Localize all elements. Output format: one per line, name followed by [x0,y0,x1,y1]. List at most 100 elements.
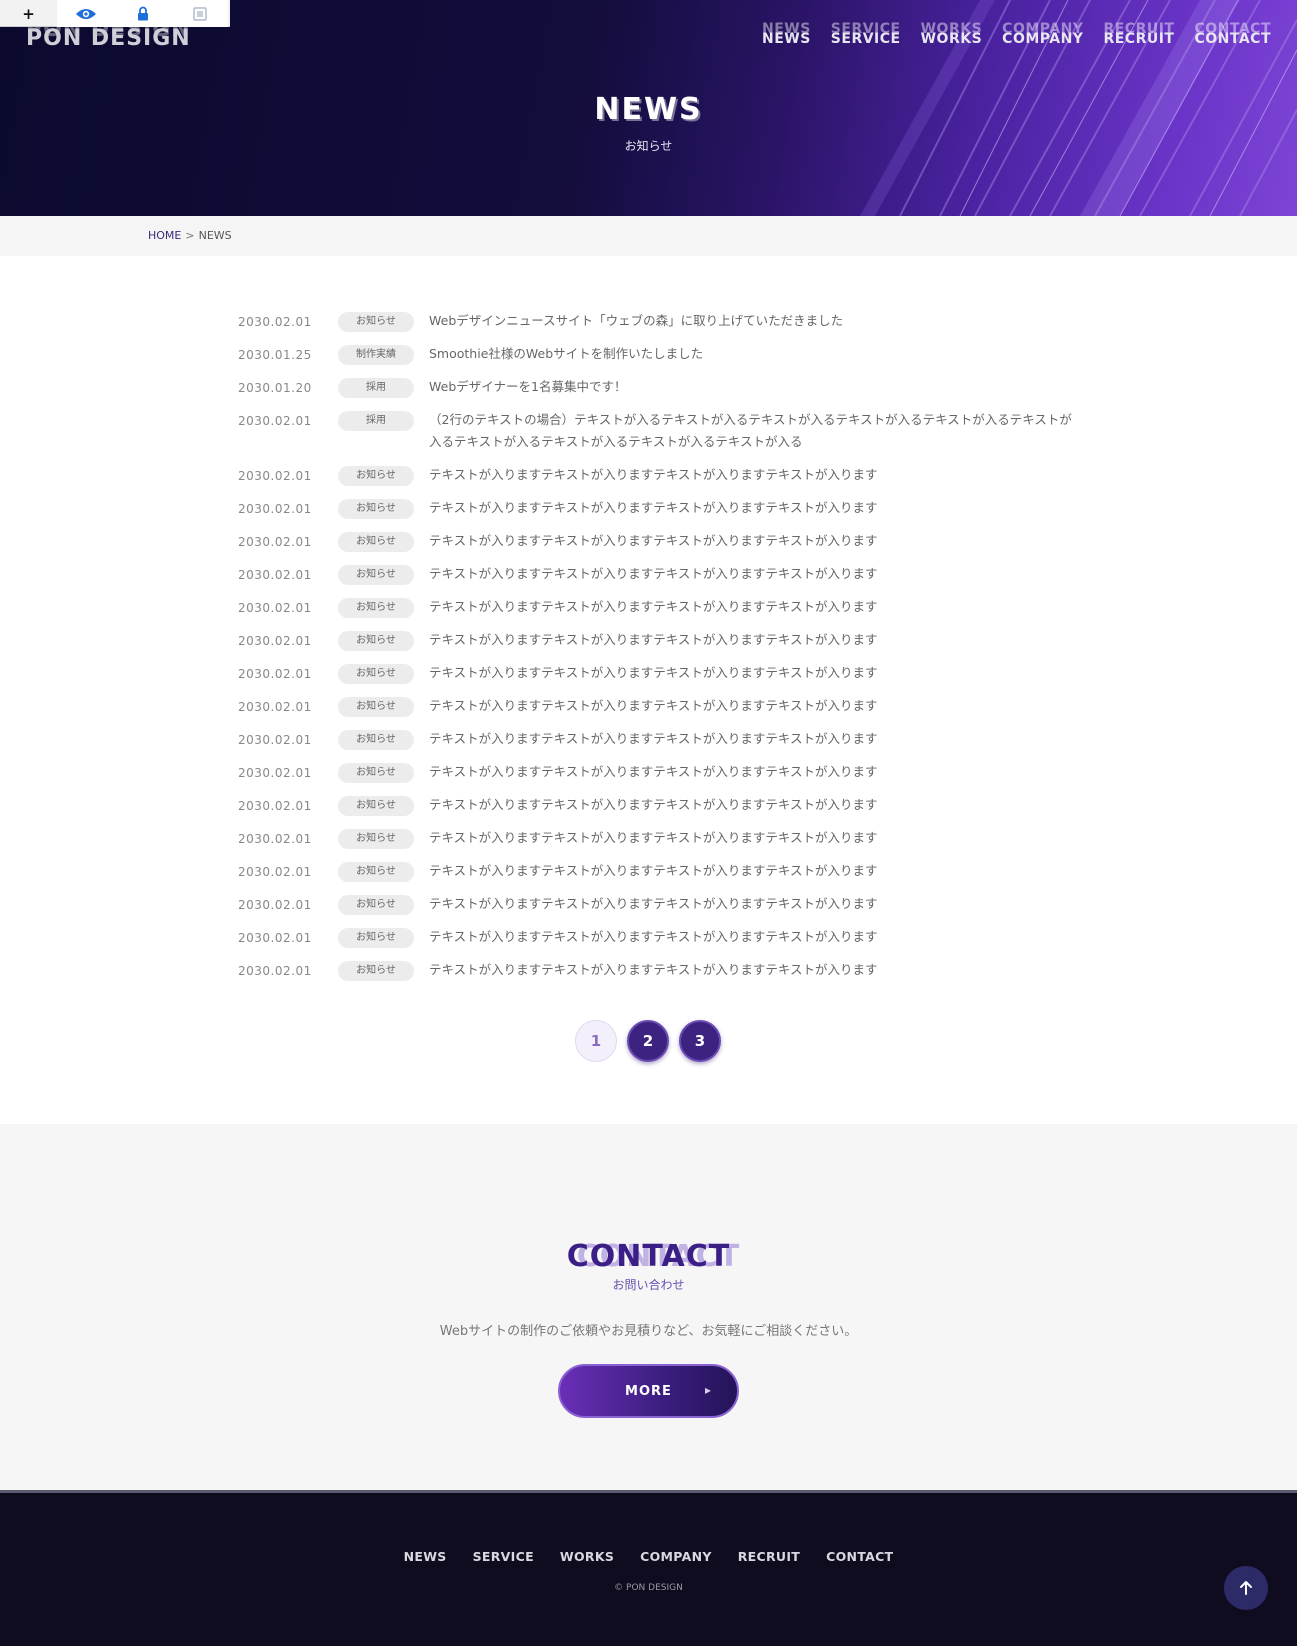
footer-nav: NEWS SERVICE WORKS COMPANY RECRUIT CONTA… [0,1549,1297,1564]
news-title[interactable]: テキストが入りますテキストが入りますテキストが入りますテキストが入ります [429,557,1078,585]
news-title[interactable]: テキストが入りますテキストが入りますテキストが入りますテキストが入ります [429,920,1078,948]
breadcrumb-separator: > [185,229,195,242]
news-title[interactable]: テキストが入りますテキストが入りますテキストが入りますテキストが入ります [429,722,1078,750]
news-date: 2030.02.01 [238,733,312,747]
news-title[interactable]: テキストが入りますテキストが入りますテキストが入りますテキストが入ります [429,887,1078,915]
category-badge: お知らせ [338,796,414,816]
category-badge: お知らせ [338,664,414,684]
nav-item-company[interactable]: COMPANY [1002,22,1083,46]
nav-item-works[interactable]: WORKS [921,22,983,46]
category-badge: お知らせ [338,631,414,651]
nav-item-recruit[interactable]: RECRUIT [1103,22,1174,46]
nav-item-contact[interactable]: CONTACT [1194,22,1271,46]
news-date: 2030.02.01 [238,502,312,516]
news-title[interactable]: テキストが入りますテキストが入りますテキストが入りますテキストが入ります [429,458,1078,486]
page-title: NEWS [594,92,703,127]
news-date: 2030.02.01 [238,964,312,978]
news-date: 2030.02.01 [238,700,312,714]
footer-nav-service[interactable]: SERVICE [473,1549,534,1564]
footer-nav-works[interactable]: WORKS [560,1549,614,1564]
pagination: 1 2 3 [575,1020,721,1062]
category-badge: 採用 [338,411,414,431]
plus-icon: + [22,4,35,23]
category-badge: お知らせ [338,763,414,783]
news-date: 2030.02.01 [238,414,312,428]
contact-section: CONTACT お問い合わせ Webサイトの制作のご依頼やお見積りなど、お気軽に… [0,1124,1297,1490]
list-item[interactable]: 2030.02.01 採用 （2行のテキストの場合）テキストが入るテキストが入る… [238,408,1078,463]
contact-title: CONTACT [566,1239,731,1274]
category-badge: お知らせ [338,730,414,750]
footer-nav-company[interactable]: COMPANY [640,1549,712,1564]
main-nav: NEWS SERVICE WORKS COMPANY RECRUIT CONTA… [742,22,1271,46]
back-to-top-button[interactable] [1224,1566,1268,1610]
news-title[interactable]: テキストが入りますテキストが入りますテキストが入りますテキストが入ります [429,788,1078,816]
news-title[interactable]: テキストが入りますテキストが入りますテキストが入りますテキストが入ります [429,623,1078,651]
contact-description: Webサイトの制作のご依頼やお見積りなど、お気軽にご相談ください。 [439,1324,858,1339]
news-title[interactable]: Webデザインニュースサイト「ウェブの森」に取り上げていただきました [429,304,1078,332]
news-date: 2030.01.20 [238,381,312,395]
visibility-toggle[interactable] [57,0,114,27]
news-date: 2030.02.01 [238,469,312,483]
category-badge: お知らせ [338,862,414,882]
page-subtitle: お知らせ [624,139,673,153]
contact-subtitle: お問い合わせ [612,1278,685,1292]
copyright: © PON DESIGN [614,1583,683,1593]
chevron-right-icon: ▸ [704,1383,711,1397]
breadcrumb-home-link[interactable]: HOME [148,229,181,242]
news-title[interactable]: テキストが入りますテキストが入りますテキストが入りますテキストが入ります [429,755,1078,783]
news-date: 2030.02.01 [238,634,312,648]
category-badge: お知らせ [338,532,414,552]
more-button[interactable]: MORE ▸ [558,1364,739,1418]
news-title[interactable]: テキストが入りますテキストが入りますテキストが入りますテキストが入ります [429,821,1078,849]
more-button-label: MORE [625,1383,672,1399]
category-badge: 制作実績 [338,345,414,365]
news-date: 2030.02.01 [238,799,312,813]
category-badge: お知らせ [338,829,414,849]
add-button[interactable]: + [0,0,57,27]
footer-nav-recruit[interactable]: RECRUIT [738,1549,800,1564]
footer: NEWS SERVICE WORKS COMPANY RECRUIT CONTA… [0,1490,1297,1646]
category-badge: お知らせ [338,928,414,948]
news-date: 2030.01.25 [238,348,312,362]
list-item[interactable]: 2030.02.01 お知らせ テキストが入りますテキストが入りますテキストが入… [238,958,1078,991]
news-title[interactable]: テキストが入りますテキストが入りますテキストが入りますテキストが入ります [429,524,1078,552]
category-badge: お知らせ [338,312,414,332]
category-badge: 採用 [338,378,414,398]
lock-toggle[interactable] [114,0,171,27]
news-date: 2030.02.01 [238,601,312,615]
news-title[interactable]: （2行のテキストの場合）テキストが入るテキストが入るテキストが入るテキストが入る… [429,403,1078,453]
news-title[interactable]: テキストが入りますテキストが入りますテキストが入りますテキストが入ります [429,491,1078,519]
layout-icon [192,6,207,21]
news-title[interactable]: テキストが入りますテキストが入りますテキストが入りますテキストが入ります [429,590,1078,618]
nav-item-news[interactable]: NEWS [762,22,811,46]
news-list: 2030.02.01 お知らせ Webデザインニュースサイト「ウェブの森」に取り… [238,309,1078,991]
arrow-up-icon [1240,1581,1252,1595]
news-date: 2030.02.01 [238,568,312,582]
news-title[interactable]: テキストが入りますテキストが入りますテキストが入りますテキストが入ります [429,854,1078,882]
news-date: 2030.02.01 [238,832,312,846]
nav-item-service[interactable]: SERVICE [831,22,901,46]
category-badge: お知らせ [338,499,414,519]
footer-nav-news[interactable]: NEWS [404,1549,447,1564]
page-button-3[interactable]: 3 [679,1020,721,1062]
category-badge: お知らせ [338,895,414,915]
news-title[interactable]: テキストが入りますテキストが入りますテキストが入りますテキストが入ります [429,953,1078,981]
editor-toolbar: + [0,0,230,27]
site-logo[interactable]: PON DESIGN [26,26,191,51]
news-title[interactable]: Webデザイナーを1名募集中です！ [429,370,1078,398]
news-title[interactable]: テキストが入りますテキストが入りますテキストが入りますテキストが入ります [429,656,1078,684]
page-button-2[interactable]: 2 [627,1020,669,1062]
footer-nav-contact[interactable]: CONTACT [826,1549,893,1564]
news-date: 2030.02.01 [238,931,312,945]
category-badge: お知らせ [338,466,414,486]
news-title[interactable]: テキストが入りますテキストが入りますテキストが入りますテキストが入ります [429,689,1078,717]
news-date: 2030.02.01 [238,535,312,549]
layout-toggle[interactable] [171,0,228,27]
category-badge: お知らせ [338,598,414,618]
category-badge: お知らせ [338,565,414,585]
news-title[interactable]: Smoothie社様のWebサイトを制作いたしました [429,337,1078,365]
news-date: 2030.02.01 [238,315,312,329]
news-date: 2030.02.01 [238,667,312,681]
category-badge: お知らせ [338,697,414,717]
page-button-1[interactable]: 1 [575,1020,617,1062]
